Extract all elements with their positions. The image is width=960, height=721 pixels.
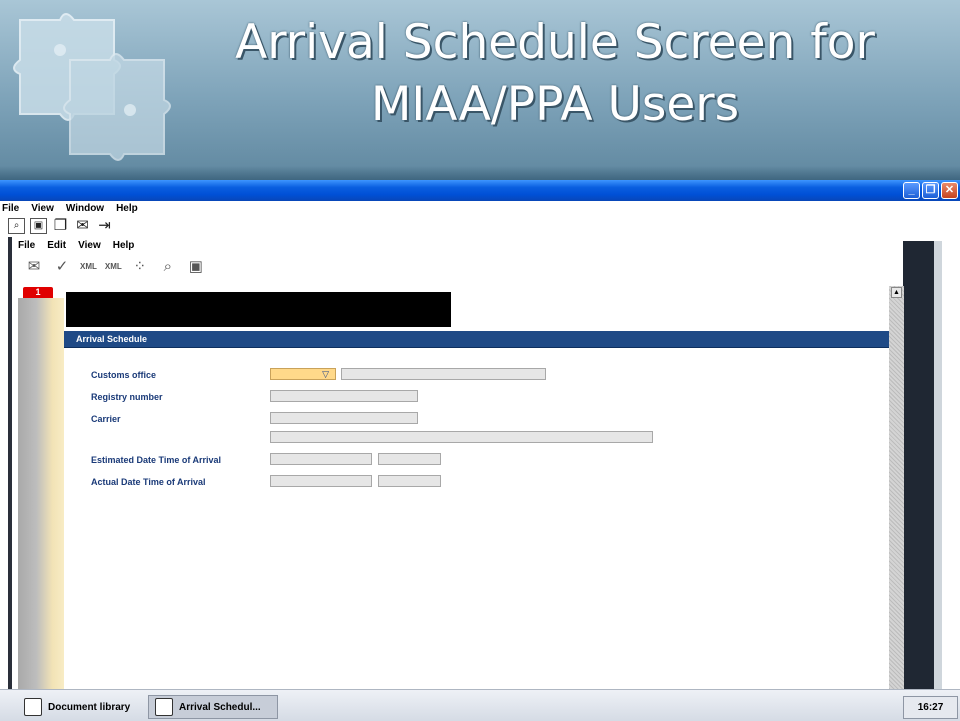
document-tab-badge[interactable]: 1 (23, 287, 53, 298)
check-icon[interactable]: ✓ (52, 257, 72, 275)
envelope-icon[interactable]: ✉ (24, 257, 44, 275)
carrier-name-field[interactable] (270, 431, 653, 443)
zoom-icon[interactable]: ⌕ (158, 258, 178, 275)
window-titlebar[interactable]: _ ❐ ✕ (0, 180, 960, 201)
document-icon (155, 698, 173, 716)
grid-icon[interactable]: ⁘ (130, 257, 150, 275)
inner-menubar: File Edit View Help (18, 240, 134, 251)
page-icon[interactable]: ▣ (30, 218, 47, 234)
eta-time-field[interactable] (378, 453, 441, 465)
customs-office-name-field[interactable] (341, 368, 546, 380)
minimize-button[interactable]: _ (903, 182, 920, 199)
menu-view[interactable]: View (31, 203, 54, 214)
slide-title: Arrival Schedule Screen for MIAA/PPA Use… (235, 15, 875, 132)
ata-time-field[interactable] (378, 475, 441, 487)
page-view-icon[interactable]: ▣ (186, 257, 206, 275)
outer-toolbar: ⌕ ▣ ❐ ✉ ⇥ (0, 215, 960, 237)
inner-toolbar: ✉ ✓ XML XML ⁘ ⌕ ▣ (24, 257, 206, 276)
restore-button[interactable]: ❐ (922, 182, 939, 199)
inner-menu-edit[interactable]: Edit (47, 240, 66, 251)
close-button[interactable]: ✕ (941, 182, 958, 199)
menu-help[interactable]: Help (116, 203, 138, 214)
taskbar-arrival-schedule[interactable]: Arrival Schedul... (148, 695, 278, 719)
xml-import-icon[interactable]: XML (105, 262, 122, 271)
library-icon (24, 698, 42, 716)
carrier-code-field[interactable] (270, 412, 418, 424)
registry-number-label: Registry number (91, 392, 163, 402)
xml-export-icon[interactable]: XML (80, 262, 97, 271)
search-icon[interactable]: ⌕ (8, 218, 25, 234)
right-panel (903, 241, 942, 689)
library-icon[interactable]: ❐ (52, 218, 69, 234)
menu-window[interactable]: Window (66, 203, 104, 214)
redacted-header (66, 292, 451, 327)
clock: 16:27 (903, 696, 958, 719)
inner-menu-help[interactable]: Help (113, 240, 135, 251)
eta-label: Estimated Date Time of Arrival (91, 455, 222, 465)
puzzle-graphic (13, 13, 171, 161)
carrier-label: Carrier (91, 414, 121, 424)
inner-menu-view[interactable]: View (78, 240, 101, 251)
menu-file[interactable]: File (2, 203, 19, 214)
outer-scrollbar[interactable] (934, 241, 942, 689)
ata-label: Actual Date Time of Arrival (91, 477, 206, 487)
customs-office-select[interactable]: ▽ (270, 368, 336, 380)
section-header: Arrival Schedule (64, 331, 889, 348)
taskbar-document-library[interactable]: Document library (18, 695, 136, 719)
chevron-down-icon: ▽ (322, 369, 329, 379)
eta-date-field[interactable] (270, 453, 372, 465)
document-margin (18, 298, 64, 689)
exit-icon[interactable]: ⇥ (96, 218, 113, 234)
document-scrollbar[interactable]: ▲ (889, 286, 904, 689)
customs-office-label: Customs office (91, 370, 157, 380)
taskbar: Document library Arrival Schedul... 16:2… (0, 689, 960, 721)
outer-menubar: File View Window Help (0, 201, 960, 215)
mail-icon[interactable]: ✉ (74, 218, 91, 234)
inner-menu-file[interactable]: File (18, 240, 35, 251)
slide-banner: Arrival Schedule Screen for MIAA/PPA Use… (0, 0, 960, 180)
ata-date-field[interactable] (270, 475, 372, 487)
registry-number-field[interactable] (270, 390, 418, 402)
scroll-up-icon[interactable]: ▲ (891, 287, 902, 298)
